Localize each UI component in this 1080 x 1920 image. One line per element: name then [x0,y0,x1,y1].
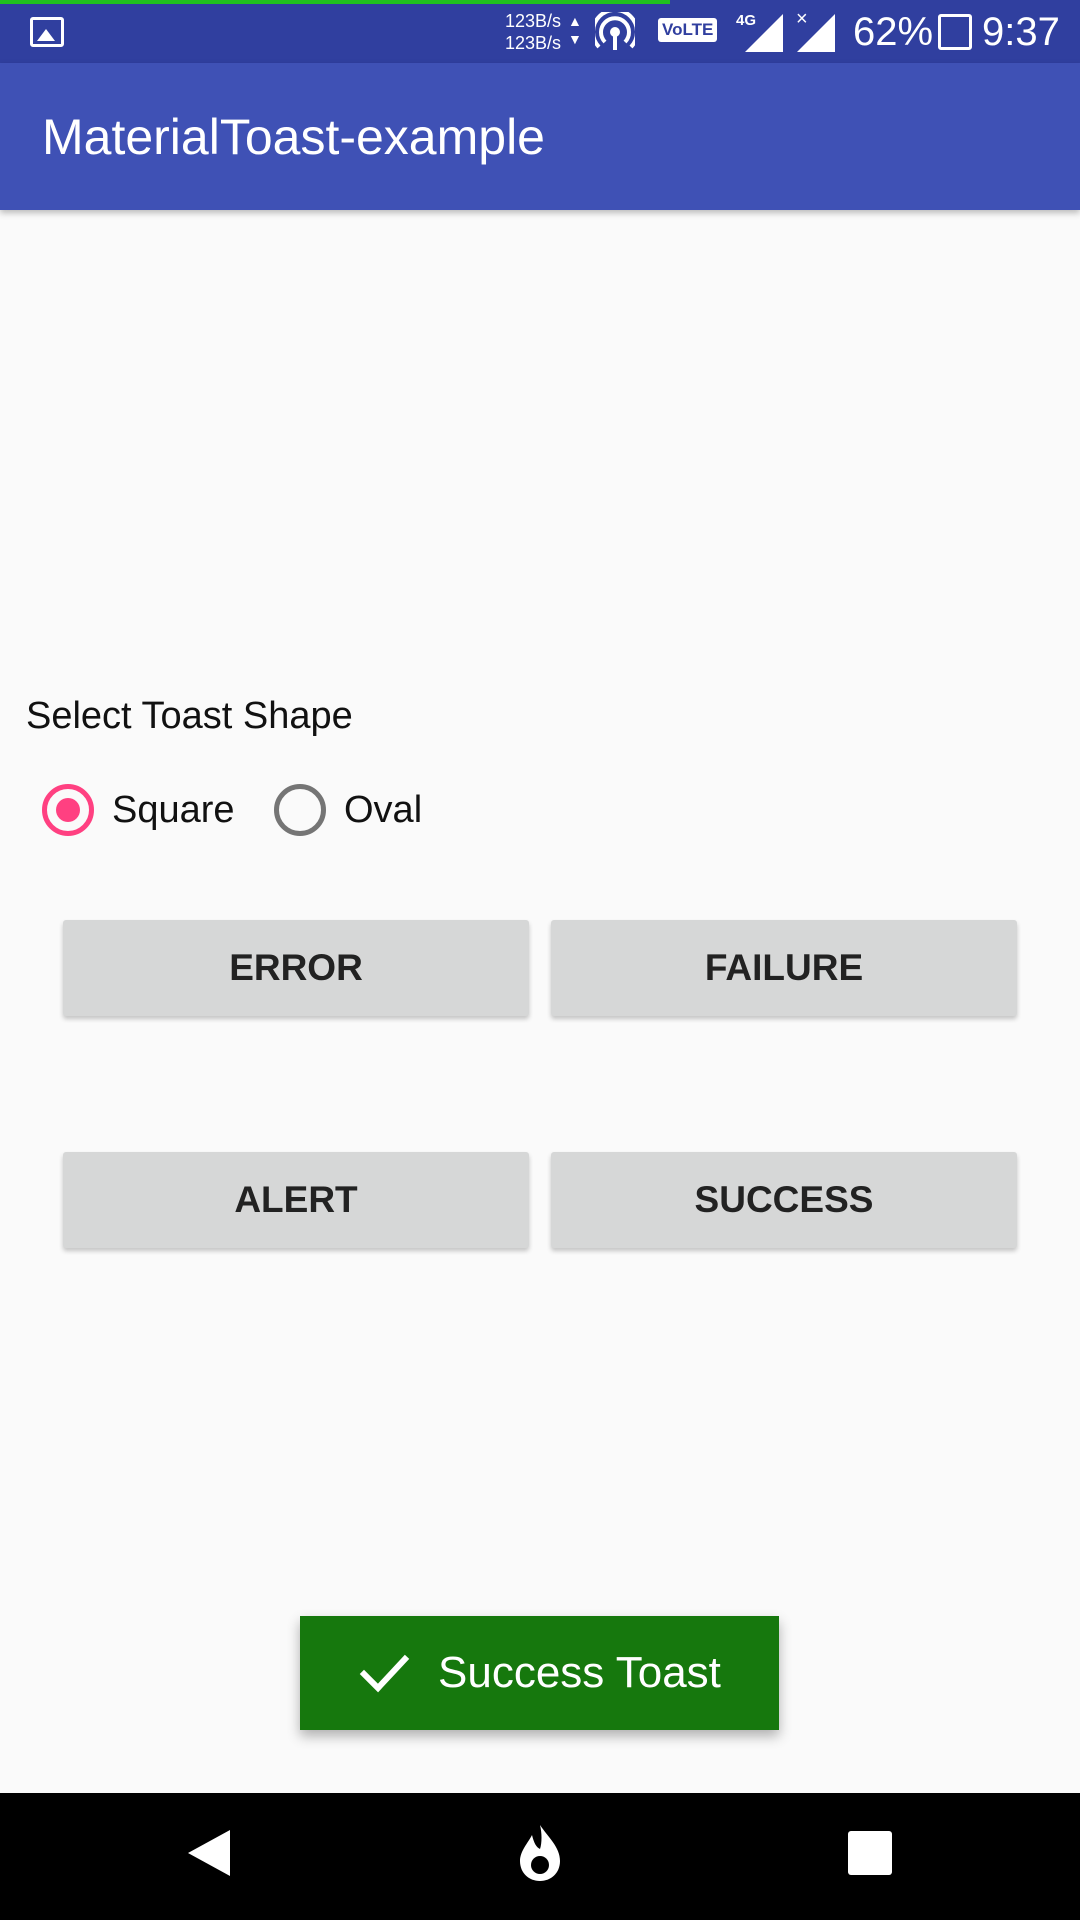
clock: 9:37 [982,10,1060,54]
net-speed: 123B/s 123B/s [505,10,561,54]
recents-icon[interactable] [848,1831,892,1875]
navigation-bar [0,1793,1080,1920]
download-progress-line [0,0,670,4]
radio-square-label[interactable]: Square [112,787,235,833]
battery-icon [938,14,972,50]
back-icon[interactable] [188,1830,230,1876]
app-bar: MaterialToast-example [0,63,1080,210]
toast-text: Success Toast [438,1648,721,1697]
battery-percent: 62% [853,10,934,54]
volte-badge: VoLTE [658,18,718,42]
alert-button[interactable]: ALERT [63,1152,529,1248]
radio-checked-icon[interactable] [42,784,94,836]
app-title: MaterialToast-example [42,109,545,165]
radio-square[interactable]: Square [42,782,235,838]
check-icon [359,1654,410,1693]
no-signal-x-icon: × [796,8,808,30]
radio-unchecked-icon[interactable] [274,784,326,836]
data-arrows-icon: ▲ ▼ [568,13,582,47]
radio-oval[interactable]: Oval [274,782,422,838]
radio-oval-label[interactable]: Oval [344,787,422,833]
net-speed-up: 123B/s [505,11,562,31]
success-button[interactable]: SUCCESS [551,1152,1017,1248]
hotspot-icon [595,12,635,50]
home-icon[interactable] [514,1823,566,1883]
select-shape-label: Select Toast Shape [26,695,353,737]
success-toast: Success Toast [300,1616,779,1730]
gallery-icon [30,17,64,47]
net-speed-down: 123B/s [505,33,562,53]
error-button[interactable]: ERROR [63,920,529,1016]
signal-icon [745,14,783,52]
failure-button[interactable]: FAILURE [551,920,1017,1016]
status-bar: 123B/s 123B/s ▲ ▼ VoLTE 4G × 62% 9:37 [0,0,1080,63]
